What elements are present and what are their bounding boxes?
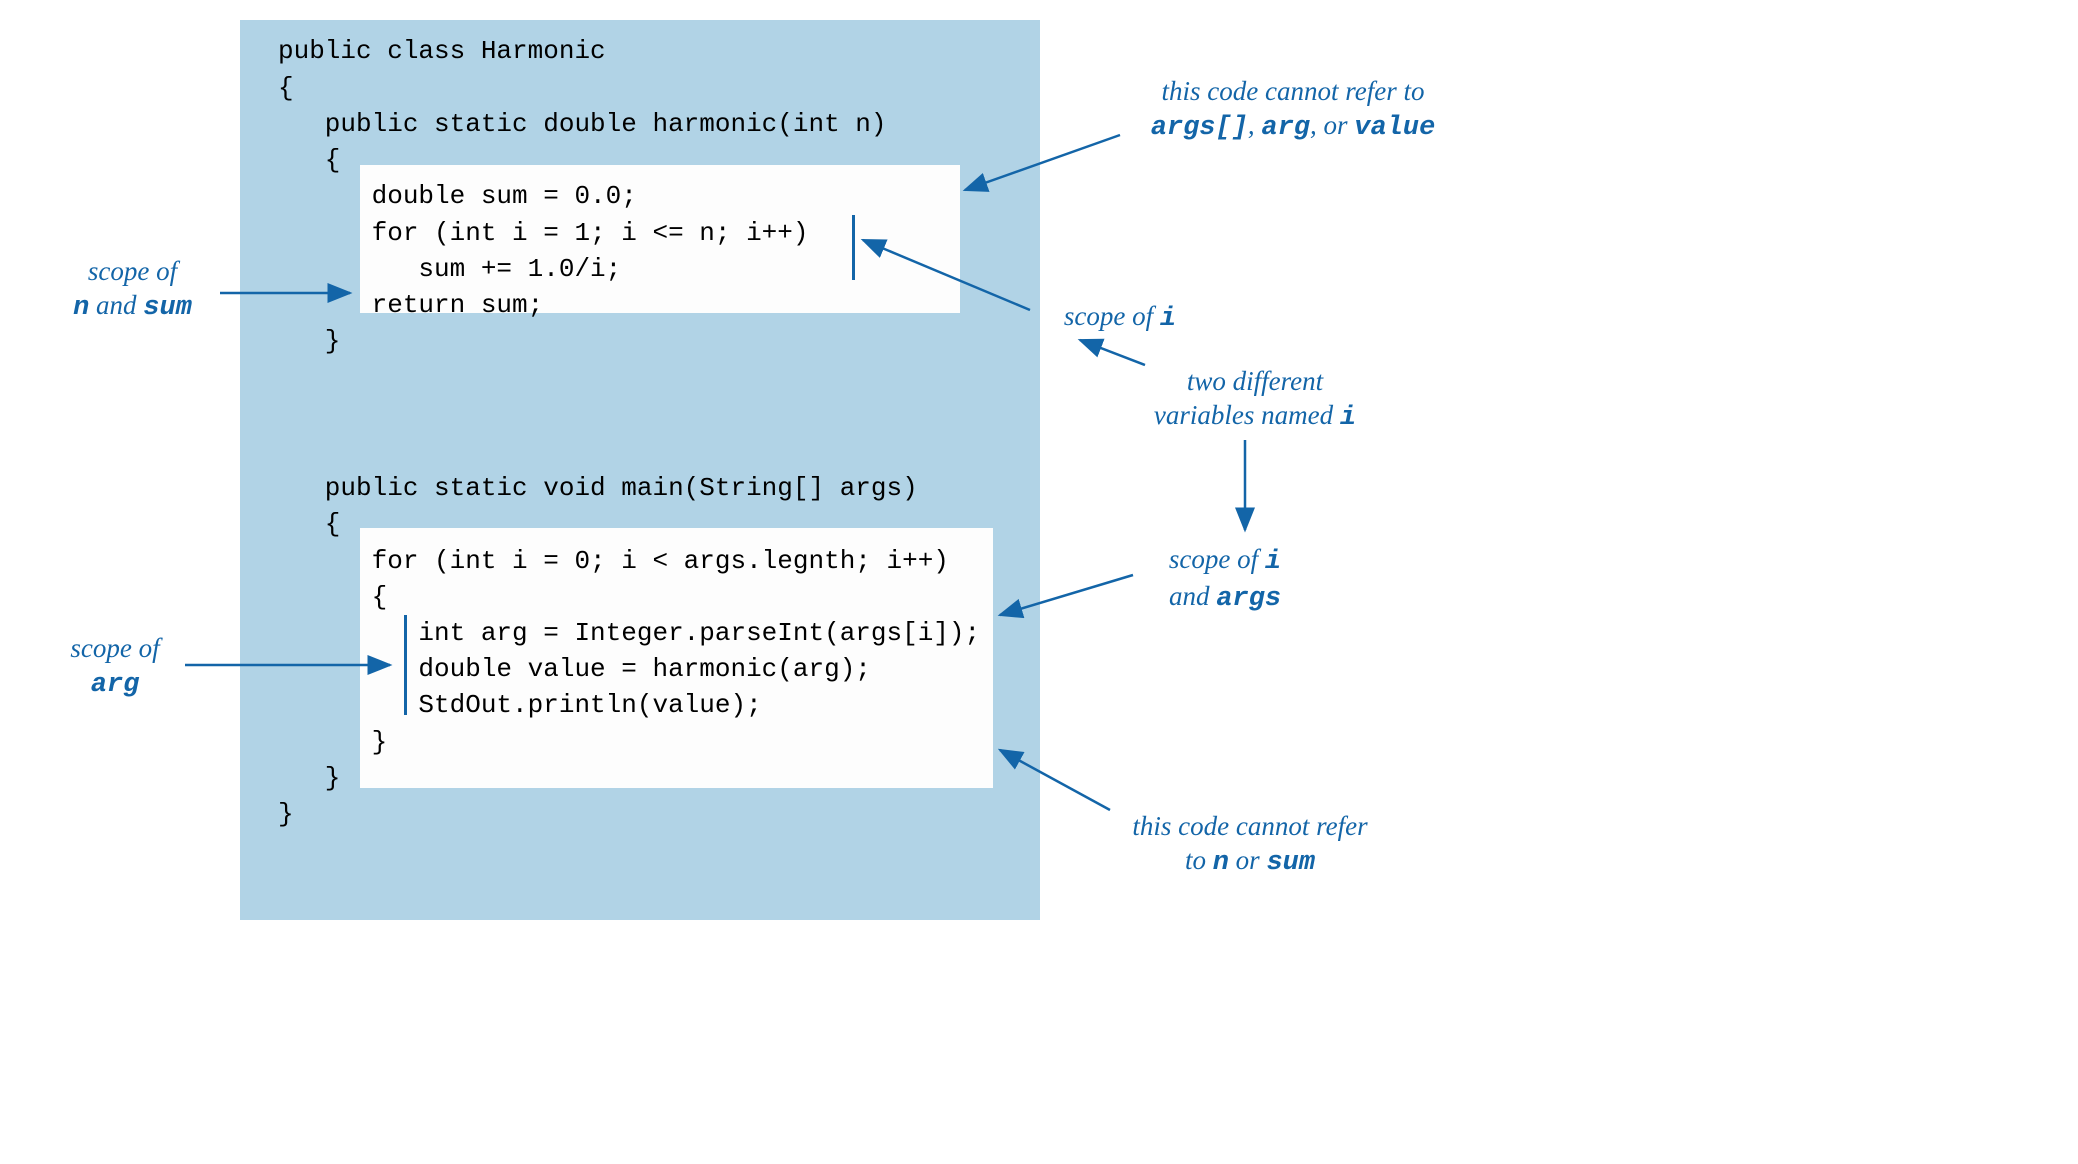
annotation-scope-n-sum: scope of n and sum [50,255,215,326]
anno-text: and [89,290,143,320]
code-line-10: public static void main(String[] args) [278,470,918,506]
anno-text: scope of [1064,301,1160,331]
anno-text: or [1229,845,1267,875]
code-line-16: StdOut.println(value); [278,687,762,723]
anno-var-arg: arg [91,670,140,700]
anno-text: , [1248,110,1262,140]
anno-var: n [1213,848,1229,878]
anno-var-sum: sum [143,293,192,323]
code-line-18: } [278,760,340,796]
anno-text: and [1169,581,1216,611]
anno-text: , or [1310,110,1354,140]
code-line-1: public class Harmonic [278,33,606,69]
anno-text: two different [1187,366,1323,396]
code-line-7: sum += 1.0/i; [278,251,621,287]
code-line-19: } [278,796,294,832]
code-line-14: int arg = Integer.parseInt(args[i]); [278,615,980,651]
code-line-13: { [278,579,387,615]
code-line-4: { [278,142,340,178]
anno-var: args [1216,584,1281,614]
anno-text: to [1185,845,1213,875]
anno-var: i [1160,304,1176,334]
annotation-scope-i-top: scope of i [1035,300,1205,337]
scope-bar-i-top [852,215,855,280]
diagram-container: public class Harmonic { public static do… [20,20,2078,1144]
annotation-cannot-refer-n-sum: this code cannot refer to n or sum [1090,810,1410,881]
code-line-9: } [278,323,340,359]
annotation-cannot-refer-args: this code cannot refer to args[], arg, o… [1118,75,1468,146]
anno-text: this code cannot refer [1132,811,1367,841]
anno-var: arg [1261,113,1310,143]
code-line-11: { [278,506,340,542]
annotation-scope-i-args: scope of i and args [1140,543,1310,617]
anno-var-n: n [73,293,89,323]
code-line-5: double sum = 0.0; [278,178,637,214]
code-line-17: } [278,724,387,760]
anno-var: value [1354,113,1435,143]
code-line-12: for (int i = 0; i < args.legnth; i++) [278,543,949,579]
anno-text: this code cannot refer to [1162,76,1425,106]
code-line-2: { [278,70,294,106]
anno-var: i [1340,403,1356,433]
scope-bar-arg [404,615,407,715]
anno-text: scope of [88,256,177,286]
annotation-two-different-i: two different variables named i [1115,365,1395,436]
anno-text: scope of [1169,544,1265,574]
code-line-3: public static double harmonic(int n) [278,106,887,142]
code-line-8: return sum; [278,287,543,323]
anno-text: variables named [1154,400,1340,430]
anno-var: args[] [1151,113,1248,143]
code-line-6: for (int i = 1; i <= n; i++) [278,215,809,251]
anno-text: scope of [70,633,159,663]
anno-var: sum [1266,848,1315,878]
anno-var: i [1265,547,1281,577]
annotation-scope-arg: scope of arg [50,632,180,703]
code-line-15: double value = harmonic(arg); [278,651,871,687]
